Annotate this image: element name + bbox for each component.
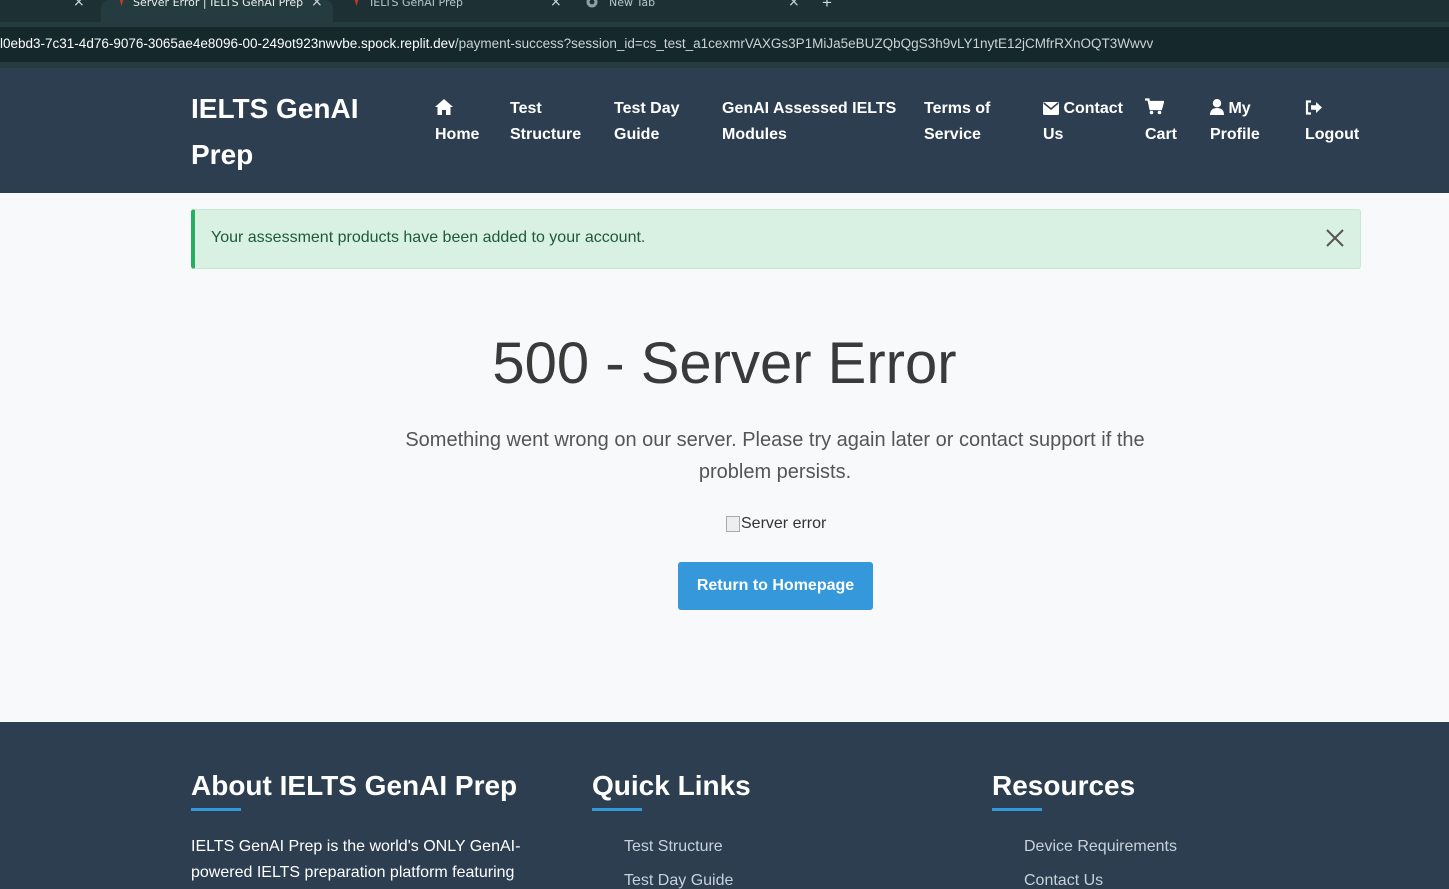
footer-link-test-day-guide[interactable]: Test Day Guide xyxy=(624,872,733,889)
close-icon[interactable]: × xyxy=(550,0,562,10)
nav-item-test-structure[interactable]: Test Structure xyxy=(510,96,590,148)
nav-label: Home xyxy=(435,126,480,143)
site-favicon-icon xyxy=(119,0,124,6)
new-tab-icon[interactable]: + xyxy=(822,0,832,13)
browser-tab[interactable]: IELTS GenAI Prep × xyxy=(334,0,574,22)
footer-link-device-requirements[interactable]: Device Requirements xyxy=(1024,838,1177,856)
url-path: /payment-success?session_id=cs_test_a1ce… xyxy=(454,36,1154,51)
error-message: Something went wrong on our server. Plea… xyxy=(405,429,1145,483)
nav-label: Test Structure xyxy=(510,100,582,143)
error-title: 500 - Server Error xyxy=(492,331,957,396)
tab-title: IELTS GenAI Prep xyxy=(370,0,464,9)
success-alert: Your assessment products have been added… xyxy=(191,209,1361,269)
nav-item-home[interactable]: Home xyxy=(435,96,495,148)
site-navbar: IELTS GenAI Prep Home Test Structure Tes… xyxy=(0,68,1449,193)
site-footer: About IELTS GenAI Prep IELTS GenAI Prep … xyxy=(0,722,1449,889)
server-error-image: Server error xyxy=(726,512,826,536)
browser-tab[interactable]: × xyxy=(0,0,100,22)
nav-item-logout[interactable]: Logout xyxy=(1305,96,1375,148)
logout-icon xyxy=(1305,100,1322,115)
close-icon[interactable] xyxy=(1324,227,1346,249)
nav-item-cart[interactable]: Cart xyxy=(1145,96,1195,148)
tab-title: New Tab xyxy=(609,0,656,9)
close-icon[interactable]: × xyxy=(311,0,323,10)
tab-title: Server Error | IELTS GenAI Prep xyxy=(133,0,304,9)
footer-link-test-structure[interactable]: Test Structure xyxy=(624,838,723,856)
user-icon xyxy=(1210,99,1224,115)
heading-underline xyxy=(191,808,241,811)
url-host: l0ebd3-7c31-4d76-9076-3065ae4e8096-00-24… xyxy=(0,36,455,51)
browser-tab-strip: × Server Error | IELTS GenAI Prep × IELT… xyxy=(0,0,1449,22)
broken-image-icon xyxy=(726,516,740,532)
browser-tab[interactable]: New Tab × xyxy=(575,0,810,22)
footer-resources-heading: Resources xyxy=(992,770,1136,801)
heading-underline xyxy=(592,808,642,811)
nav-label: Test Day Guide xyxy=(614,100,680,143)
footer-about-text: IELTS GenAI Prep is the world's ONLY Gen… xyxy=(191,838,521,881)
close-icon[interactable]: × xyxy=(788,0,800,10)
cart-icon xyxy=(1145,98,1164,115)
site-favicon-icon xyxy=(354,0,359,6)
nav-label: Cart xyxy=(1145,126,1178,143)
browser-tab-active[interactable]: Server Error | IELTS GenAI Prep × xyxy=(101,0,333,22)
alert-message: Your assessment products have been added… xyxy=(211,229,646,246)
nav-item-contact[interactable]: Contact Us xyxy=(1043,96,1133,148)
nav-label: Terms of Service xyxy=(924,100,991,143)
footer-quick-links-heading: Quick Links xyxy=(592,770,751,801)
return-to-homepage-button[interactable]: Return to Homepage xyxy=(678,562,873,610)
url-text[interactable]: l0ebd3-7c31-4d76-9076-3065ae4e8096-00-24… xyxy=(0,36,1153,51)
footer-link-contact-us[interactable]: Contact Us xyxy=(1024,872,1103,889)
address-bar[interactable]: l0ebd3-7c31-4d76-9076-3065ae4e8096-00-24… xyxy=(0,22,1449,62)
image-alt-text: Server error xyxy=(741,515,827,532)
footer-about-heading: About IELTS GenAI Prep xyxy=(191,770,518,801)
chrome-icon xyxy=(586,0,598,8)
nav-item-test-day-guide[interactable]: Test Day Guide xyxy=(614,96,694,148)
nav-item-genai-modules[interactable]: GenAI Assessed IELTS Modules xyxy=(722,96,902,148)
nav-item-my-profile[interactable]: My Profile xyxy=(1210,96,1280,148)
envelope-icon xyxy=(1043,102,1059,115)
heading-underline xyxy=(992,808,1042,811)
nav-label: GenAI Assessed IELTS Modules xyxy=(722,100,897,143)
home-icon xyxy=(435,99,453,115)
close-icon[interactable]: × xyxy=(73,0,85,10)
brand-logo[interactable]: IELTS GenAI Prep xyxy=(191,86,391,178)
nav-item-terms[interactable]: Terms of Service xyxy=(924,96,1004,148)
nav-label: Logout xyxy=(1305,126,1360,143)
